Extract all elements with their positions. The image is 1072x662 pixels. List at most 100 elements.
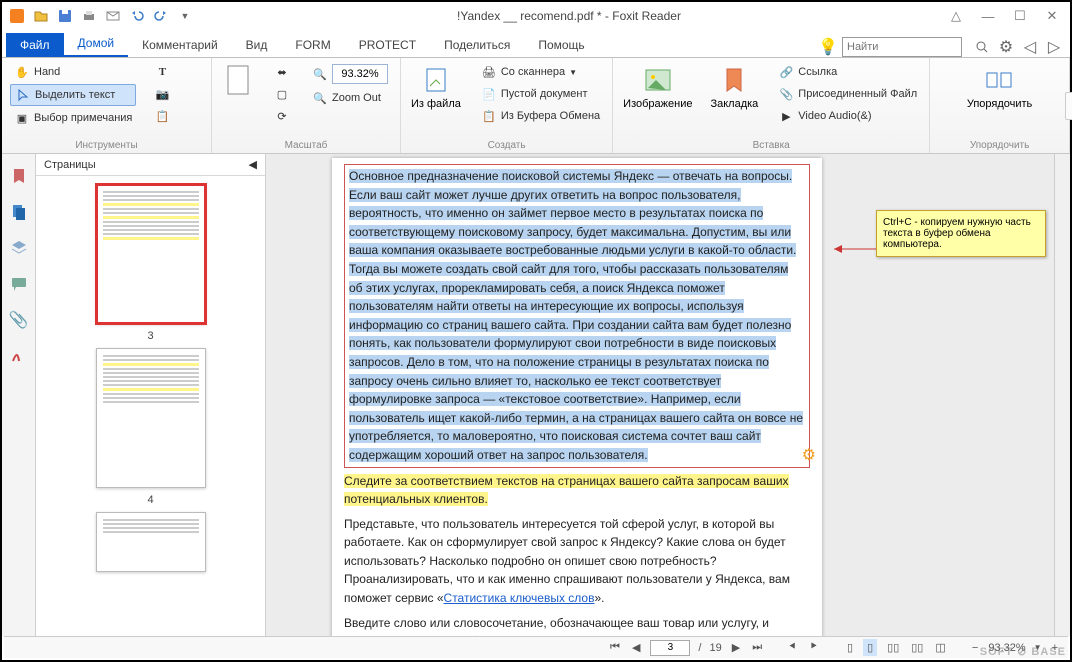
bookmarks-panel-icon[interactable] (7, 164, 31, 188)
watermark: SOFT ⊘ BASE (980, 645, 1066, 658)
from-file-button[interactable]: Из файла (409, 62, 463, 112)
continuous-icon[interactable]: ▯ (863, 639, 877, 656)
zoom-input[interactable] (332, 64, 388, 84)
highlighted-text[interactable]: Следите за соответствием текстов на стра… (344, 474, 789, 507)
camera-icon: 📷 (154, 86, 170, 102)
paragraph-3[interactable]: Введите слово или словосочетание, обозна… (344, 614, 810, 636)
snapshot-tool[interactable]: 📷 (150, 84, 174, 104)
tab-share[interactable]: Поделиться (430, 33, 524, 57)
continuous-facing-icon[interactable]: ▯▯ (909, 641, 925, 654)
tab-form[interactable]: FORM (281, 33, 344, 57)
next-page-icon[interactable]: ▶ (730, 641, 742, 654)
nav-fwd-icon[interactable]: ⯈ (807, 641, 820, 654)
thumbnail-5[interactable] (96, 512, 206, 572)
bookmark-button[interactable]: Закладка (708, 62, 760, 112)
last-page-icon[interactable]: ⏭ (750, 641, 764, 654)
prev-icon[interactable]: ◁ (1020, 37, 1040, 57)
blank-icon: 📄 (481, 86, 497, 102)
save-icon[interactable] (54, 5, 76, 27)
keyword-stats-link[interactable]: Статистика ключевых слов (444, 591, 595, 605)
paragraph-2[interactable]: Представьте, что пользователь интересует… (344, 515, 810, 608)
layers-panel-icon[interactable] (7, 236, 31, 260)
cursor-icon (15, 87, 31, 103)
tab-view[interactable]: Вид (232, 33, 282, 57)
fit-visible-button[interactable]: ▢ (270, 84, 294, 104)
organize-button[interactable]: Упорядочить (965, 62, 1034, 112)
fit-width-button[interactable]: ⬌ (270, 62, 294, 82)
redo-icon[interactable] (150, 5, 172, 27)
vertical-scrollbar[interactable] (1054, 154, 1070, 636)
clipboard-icon: 📋 (481, 108, 497, 124)
signatures-panel-icon[interactable] (7, 344, 31, 368)
gear-icon[interactable]: ⚙ (996, 37, 1016, 57)
attach-file-button[interactable]: 📎Присоединенный Файл (774, 84, 921, 104)
nav-back-icon[interactable]: ⯇ (786, 641, 799, 654)
attachments-panel-icon[interactable]: 📎 (7, 308, 31, 332)
split-icon[interactable]: ◫ (933, 641, 947, 654)
video-audio-button[interactable]: ▶Video Audio(&) (774, 106, 921, 126)
panel-resize-handle[interactable] (1065, 92, 1072, 120)
open-icon[interactable] (30, 5, 52, 27)
pages-panel-icon[interactable] (7, 200, 31, 224)
selected-text-block[interactable]: Основное предназначение поисковой систем… (344, 164, 810, 468)
close-icon[interactable]: ✕ (1038, 5, 1066, 27)
group-label-tools: Инструменты (10, 138, 203, 151)
select-text-tool[interactable]: Выделить текст (10, 84, 136, 106)
rotate-button[interactable]: ⟳ (270, 106, 294, 126)
hand-tool[interactable]: ✋Hand (10, 62, 136, 82)
fit-page-button[interactable] (220, 62, 256, 98)
thumbnail-4[interactable] (96, 348, 206, 488)
maximize-icon[interactable]: ☐ (1006, 5, 1034, 27)
bulb-icon[interactable]: 💡 (818, 37, 838, 57)
panel-collapse-icon[interactable]: ◀ (249, 158, 257, 171)
zoom-out-icon: 🔍 (312, 90, 328, 106)
from-clipboard-button[interactable]: 📋Из Буфера Обмена (477, 106, 604, 126)
link-button[interactable]: 🔗Ссылка (774, 62, 921, 82)
search-options-icon[interactable] (972, 37, 992, 57)
blank-doc-button[interactable]: 📄Пустой документ (477, 84, 604, 104)
window-title: !Yandex __ recomend.pdf * - Foxit Reader (196, 9, 942, 23)
comments-panel-icon[interactable] (7, 272, 31, 296)
email-icon[interactable] (102, 5, 124, 27)
page-number-input[interactable] (650, 640, 690, 656)
tab-home[interactable]: Домой (64, 31, 129, 57)
zoom-out-button[interactable]: 🔍Zoom Out (308, 88, 392, 108)
search-input[interactable] (842, 37, 962, 57)
first-page-icon[interactable]: ⏮ (608, 641, 622, 654)
undo-icon[interactable] (126, 5, 148, 27)
facing-icon[interactable]: ▯▯ (885, 641, 901, 654)
thumb-label-4: 4 (147, 494, 153, 506)
fit-width-icon: ⬌ (274, 64, 290, 80)
document-viewport[interactable]: Основное предназначение поисковой систем… (266, 154, 1070, 636)
zoom-in-icon: 🔍 (312, 66, 328, 82)
page-total: 19 (709, 642, 721, 654)
clipboard-tool[interactable]: 📋 (150, 106, 174, 126)
from-scanner-button[interactable]: 🖨Со сканнера ▼ (477, 62, 604, 82)
typewriter-tool[interactable]: T (150, 62, 174, 82)
file-tab[interactable]: Файл (6, 33, 64, 57)
prev-page-icon[interactable]: ◀ (630, 641, 642, 654)
select-annotation-tool[interactable]: ▣Выбор примечания (10, 108, 136, 128)
zoom-out-status-icon[interactable]: − (970, 642, 980, 654)
text-tool-icon: T (154, 64, 170, 80)
thumbnail-3[interactable] (96, 184, 206, 324)
zoom-in-button[interactable]: 🔍 (308, 62, 392, 86)
qat-dropdown-icon[interactable]: ▼ (174, 5, 196, 27)
next-icon[interactable]: ▷ (1044, 37, 1064, 57)
collapse-ribbon-icon[interactable]: △ (942, 5, 970, 27)
tab-help[interactable]: Помощь (524, 33, 598, 57)
image-button[interactable]: Изображение (621, 62, 694, 112)
bookmark-icon (718, 64, 750, 96)
attach-icon: 📎 (778, 86, 794, 102)
tab-comment[interactable]: Комментарий (128, 33, 232, 57)
print-icon[interactable] (78, 5, 100, 27)
note-icon: ▣ (14, 110, 30, 126)
single-page-icon[interactable]: ▯ (845, 641, 855, 654)
from-file-icon (420, 64, 452, 96)
group-label-zoom: Масштаб (220, 138, 392, 151)
organize-icon (984, 64, 1016, 96)
tab-protect[interactable]: PROTECT (345, 33, 430, 57)
edit-gear-icon[interactable]: ⚙ (802, 444, 816, 469)
minimize-icon[interactable]: — (974, 5, 1002, 27)
link-icon: 🔗 (778, 64, 794, 80)
